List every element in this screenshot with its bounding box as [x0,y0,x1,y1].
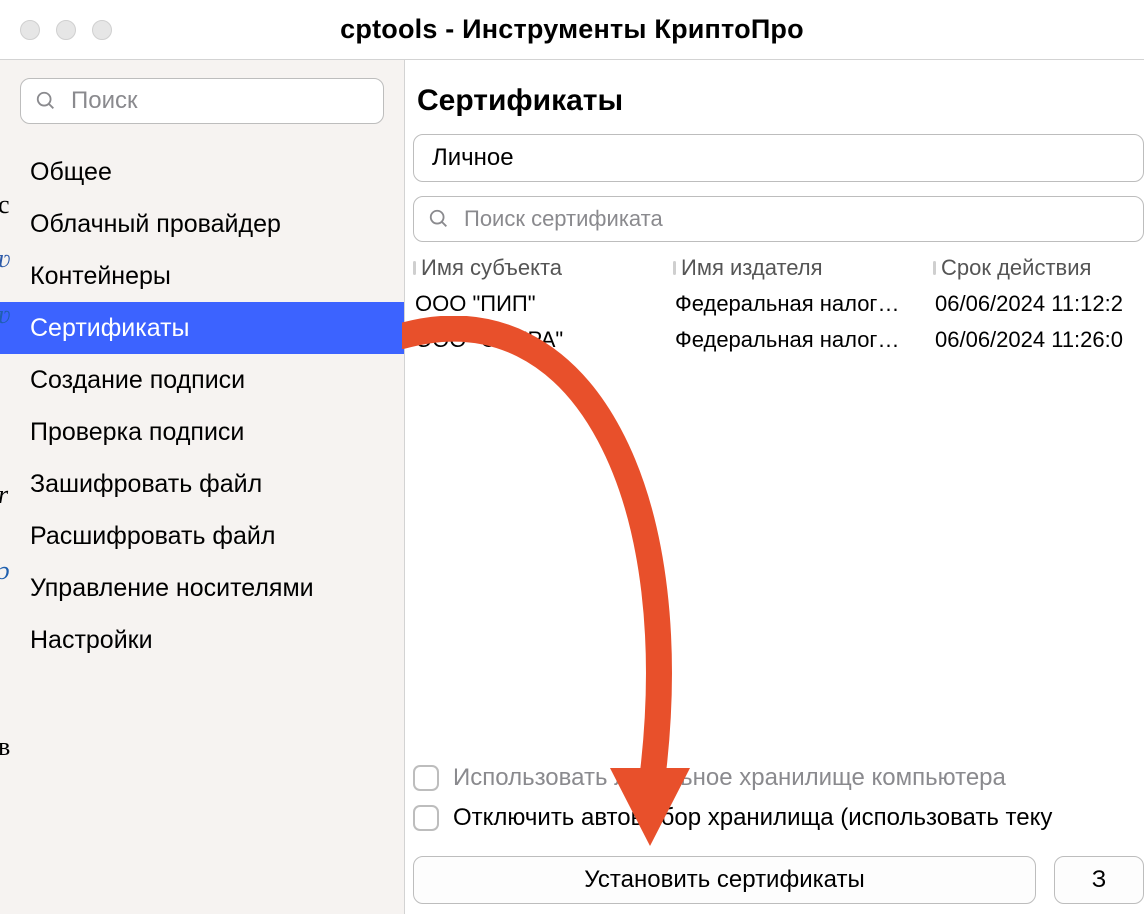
certificates-table: Имя субъекта Имя издателя Срок действия … [413,250,1144,358]
page-title: Сертификаты [405,84,1144,134]
search-icon [35,90,57,112]
column-issuer[interactable]: Имя издателя [673,255,933,281]
sidebar-item-label: Общее [30,158,112,187]
column-subject[interactable]: Имя субъекта [413,255,673,281]
option-label: Использовать локальное хранилище компьют… [453,764,1006,792]
sidebar: Общее Облачный провайдер Контейнеры Серт… [0,60,405,914]
sidebar-item-containers[interactable]: Контейнеры [0,250,404,302]
main-content: Сертификаты Личное Имя субъекта Имя изда… [405,60,1144,914]
option-use-local-store[interactable]: Использовать локальное хранилище компьют… [413,758,1144,798]
table-row[interactable]: ООО "ПИП" Федеральная налог… 06/06/2024 … [413,286,1144,322]
window-close-button[interactable] [20,20,40,40]
sidebar-item-label: Зашифровать файл [30,470,262,499]
sidebar-item-label: Настройки [30,626,153,655]
window-minimize-button[interactable] [56,20,76,40]
sidebar-item-label: Управление носителями [30,574,314,603]
button-label: З [1092,866,1107,894]
sidebar-item-label: Расшифровать файл [30,522,275,551]
sidebar-nav: Общее Облачный провайдер Контейнеры Серт… [0,136,404,666]
sidebar-item-label: Проверка подписи [30,418,244,447]
sidebar-item-manage-tokens[interactable]: Управление носителями [0,562,404,614]
sidebar-item-decrypt-file[interactable]: Расшифровать файл [0,510,404,562]
cell-expires: 06/06/2024 11:26:0 [933,327,1144,353]
sidebar-item-label: Сертификаты [30,314,190,343]
certificate-search-input[interactable] [462,205,1129,233]
store-select-value: Личное [432,144,514,172]
sidebar-item-encrypt-file[interactable]: Зашифровать файл [0,458,404,510]
window-zoom-button[interactable] [92,20,112,40]
cell-issuer: Федеральная налог… [673,327,933,353]
sidebar-item-settings[interactable]: Настройки [0,614,404,666]
window-title: cptools - Инструменты КриптоПро [0,14,1144,45]
sidebar-item-label: Создание подписи [30,366,245,395]
sidebar-search[interactable] [20,78,384,124]
table-row[interactable]: ООО "СФЕРА" Федеральная налог… 06/06/202… [413,322,1144,358]
sidebar-item-verify-signature[interactable]: Проверка подписи [0,406,404,458]
sidebar-item-label: Контейнеры [30,262,171,291]
window-controls [20,0,112,59]
secondary-button[interactable]: З [1054,856,1144,904]
column-expires[interactable]: Срок действия [933,255,1144,281]
cell-subject: ООО "СФЕРА" [413,327,673,353]
sidebar-item-cloud-provider[interactable]: Облачный провайдер [0,198,404,250]
sidebar-item-general[interactable]: Общее [0,146,404,198]
cell-expires: 06/06/2024 11:12:2 [933,291,1144,317]
search-icon [428,208,450,230]
sidebar-item-create-signature[interactable]: Создание подписи [0,354,404,406]
option-label: Отключить автовыбор хранилища (использов… [453,804,1052,832]
table-header: Имя субъекта Имя издателя Срок действия [413,250,1144,286]
option-disable-autoselect[interactable]: Отключить автовыбор хранилища (использов… [413,798,1144,838]
cell-issuer: Федеральная налог… [673,291,933,317]
window-titlebar: cptools - Инструменты КриптоПро [0,0,1144,60]
sidebar-search-input[interactable] [69,86,369,116]
install-certificates-button[interactable]: Установить сертификаты [413,856,1036,904]
certificate-search[interactable] [413,196,1144,242]
sidebar-item-label: Облачный провайдер [30,210,281,239]
cell-subject: ООО "ПИП" [413,291,673,317]
bottom-controls: Использовать локальное хранилище компьют… [413,758,1144,904]
store-select[interactable]: Личное [413,134,1144,182]
checkbox-icon[interactable] [413,805,439,831]
sidebar-item-certificates[interactable]: Сертификаты [0,302,404,354]
button-label: Установить сертификаты [584,866,864,894]
checkbox-icon[interactable] [413,765,439,791]
